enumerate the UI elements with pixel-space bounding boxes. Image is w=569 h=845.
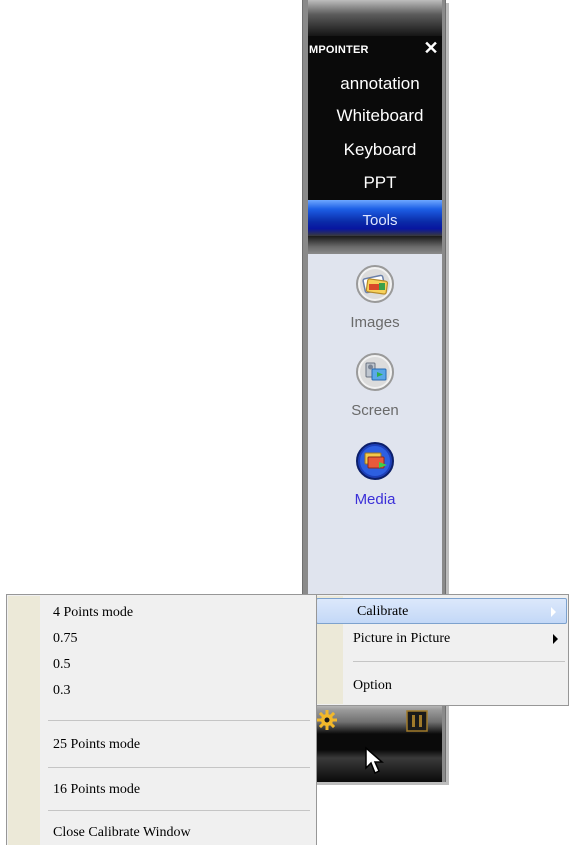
menu-item-pip-label: Picture in Picture: [353, 631, 451, 646]
submenu-item-25-points[interactable]: 25 Points mode: [53, 737, 140, 753]
submenu-arrow-icon: [551, 607, 556, 617]
toolbar-top-bevel: [308, 0, 442, 36]
close-icon[interactable]: ✕: [422, 38, 440, 58]
pause-icon[interactable]: [406, 710, 428, 732]
submenu-item-0-75[interactable]: 0.75: [53, 631, 78, 647]
submenu-arrow-icon: [553, 634, 558, 644]
menu-item-whiteboard[interactable]: Whiteboard: [313, 106, 447, 126]
menu-item-ppt[interactable]: PPT: [313, 173, 447, 193]
menu-item-option[interactable]: Option: [313, 673, 568, 699]
tool-screen-label: Screen: [351, 402, 399, 419]
tools-bar-shadow: [308, 236, 442, 254]
menu-separator: [353, 661, 565, 662]
menu-separator: [48, 810, 310, 811]
media-icon: [356, 442, 394, 480]
tab-tools-label: Tools: [362, 212, 398, 229]
tool-screen[interactable]: Screen: [308, 352, 442, 419]
gear-icon[interactable]: [316, 709, 338, 731]
menu-item-picture-in-picture[interactable]: Picture in Picture: [313, 626, 568, 652]
tool-media-label: Media: [354, 491, 396, 508]
cursor-icon: [365, 746, 384, 775]
menu-separator: [48, 767, 310, 768]
menu-separator: [48, 720, 310, 721]
calibrate-submenu: 4 Points mode 0.75 0.5 0.3 25 Points mod…: [6, 594, 317, 845]
images-icon: [356, 265, 394, 303]
menu-item-calibrate[interactable]: Calibrate: [316, 598, 567, 624]
tool-images-label: Images: [350, 314, 400, 331]
tool-images[interactable]: Images: [308, 264, 442, 331]
submenu-item-16-points[interactable]: 16 Points mode: [53, 782, 140, 798]
menu-item-option-label: Option: [353, 678, 392, 693]
menu-item-annotation[interactable]: annotation: [313, 74, 447, 94]
submenu-item-close-calibrate[interactable]: Close Calibrate Window: [53, 825, 191, 841]
tool-media[interactable]: Media: [308, 441, 442, 508]
context-menu: Calibrate Picture in Picture Option: [312, 594, 569, 706]
submenu-gutter: [8, 596, 40, 845]
submenu-item-0-5[interactable]: 0.5: [53, 657, 71, 673]
menu-item-keyboard[interactable]: Keyboard: [313, 140, 447, 160]
screen-icon: [356, 353, 394, 391]
submenu-item-4-points[interactable]: 4 Points mode: [53, 605, 133, 621]
menu-item-calibrate-label: Calibrate: [357, 604, 409, 619]
toolbar-brand-title: MPOINTER: [309, 44, 369, 56]
submenu-item-0-3[interactable]: 0.3: [53, 683, 71, 699]
